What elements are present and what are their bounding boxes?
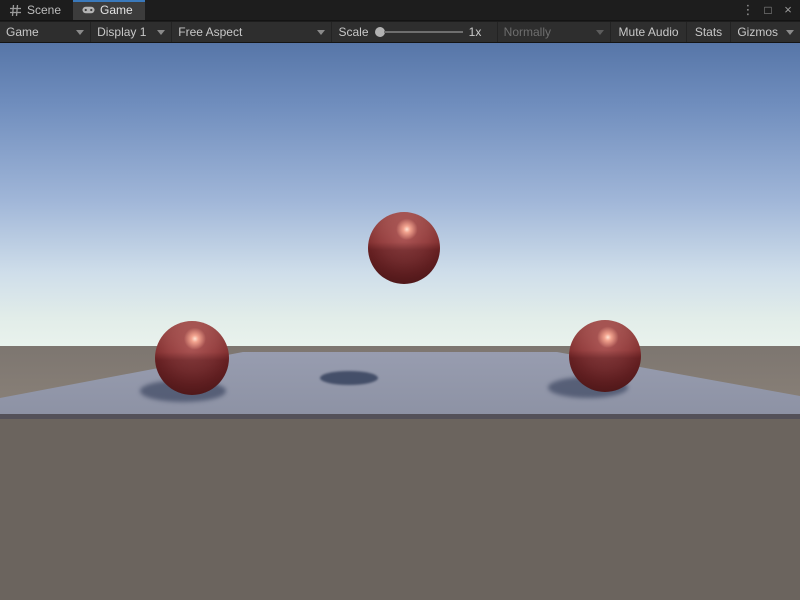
gizmos-dropdown[interactable]: Gizmos <box>731 22 800 42</box>
tab-game[interactable]: Game <box>73 0 145 20</box>
chevron-down-icon <box>76 30 84 35</box>
play-mode-label: Normally <box>504 25 551 39</box>
mute-audio-button[interactable]: Mute Audio <box>611 22 686 42</box>
tab-game-label: Game <box>100 3 133 17</box>
game-view-toolbar: Game Display 1 Free Aspect Scale 1x Norm… <box>0 22 800 43</box>
window-controls: ⋮ □ × <box>740 0 800 20</box>
stats-label: Stats <box>695 25 722 39</box>
stats-button[interactable]: Stats <box>687 22 732 42</box>
scale-value: 1x <box>469 25 491 39</box>
chevron-down-icon <box>596 30 604 35</box>
aspect-ratio-dropdown[interactable]: Free Aspect <box>172 22 332 42</box>
near-ground <box>0 419 800 600</box>
tab-bar: Scene Game ⋮ □ × <box>0 0 800 21</box>
sphere-right <box>569 320 641 392</box>
grid-icon <box>9 4 22 17</box>
chevron-down-icon <box>786 30 794 35</box>
display-label: Display 1 <box>97 25 146 39</box>
game-viewport[interactable] <box>0 43 800 600</box>
chevron-down-icon <box>157 30 165 35</box>
scale-label: Scale <box>338 25 368 39</box>
gamepad-icon <box>82 4 95 17</box>
close-icon[interactable]: × <box>780 2 796 18</box>
scale-slider[interactable] <box>375 27 463 37</box>
view-mode-dropdown[interactable]: Game <box>0 22 91 42</box>
play-mode-dropdown[interactable]: Normally <box>498 22 612 42</box>
maximize-icon[interactable]: □ <box>760 2 776 18</box>
pane-menu-icon[interactable]: ⋮ <box>740 2 756 18</box>
chevron-down-icon <box>317 30 325 35</box>
sphere-shadow <box>320 371 378 385</box>
tab-scene[interactable]: Scene <box>0 0 73 20</box>
tab-scene-label: Scene <box>27 3 61 17</box>
sky-gradient <box>0 43 800 346</box>
mute-audio-label: Mute Audio <box>619 25 679 39</box>
aspect-ratio-label: Free Aspect <box>178 25 242 39</box>
view-mode-label: Game <box>6 25 39 39</box>
scale-slider-track <box>384 31 463 33</box>
sphere-left <box>155 321 229 395</box>
gizmos-label: Gizmos <box>737 25 778 39</box>
scale-control: Scale 1x <box>332 22 497 42</box>
sphere-center-floating <box>368 212 440 284</box>
display-dropdown[interactable]: Display 1 <box>91 22 172 42</box>
